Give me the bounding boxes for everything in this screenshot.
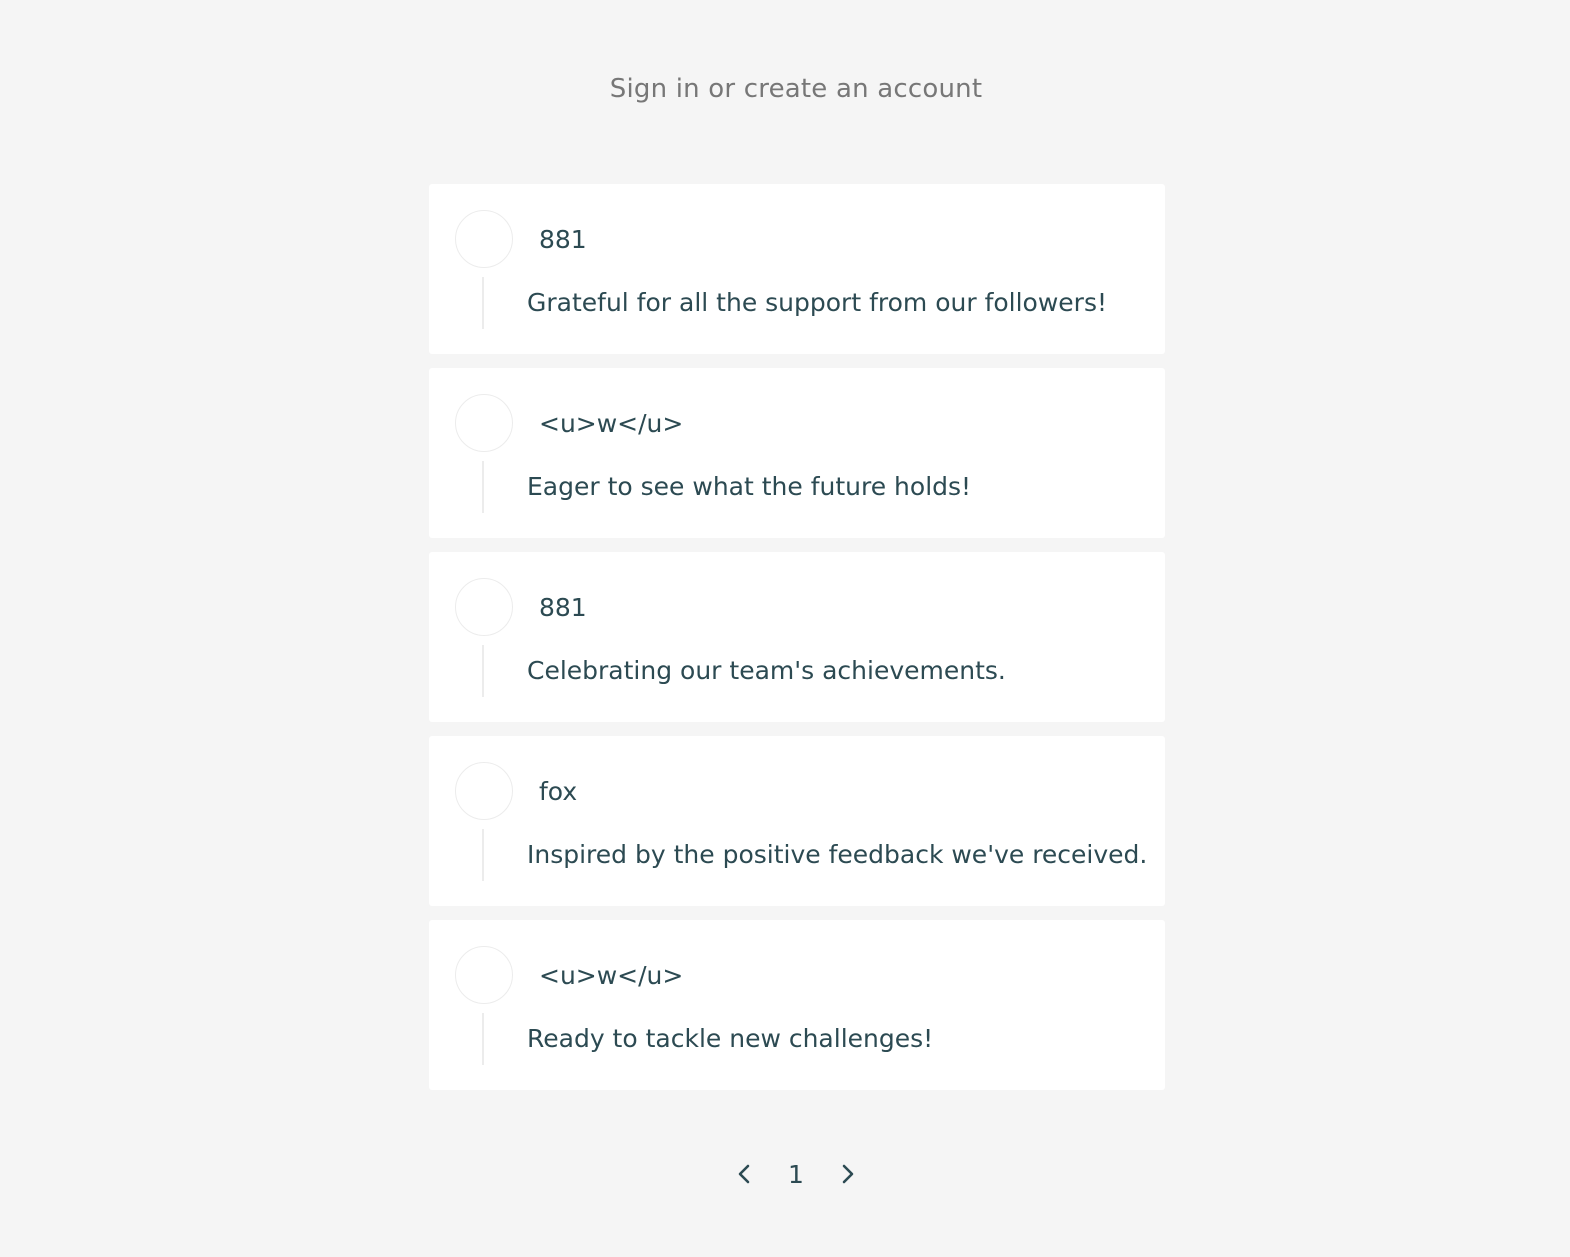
post-author[interactable]: 881 — [539, 592, 587, 624]
pagination: 1 — [0, 1155, 1570, 1193]
prev-page-button[interactable] — [731, 1155, 757, 1193]
avatar[interactable] — [455, 946, 513, 1004]
thread-line — [482, 277, 484, 329]
avatar[interactable] — [455, 210, 513, 268]
post-author[interactable]: fox — [539, 776, 577, 808]
sign-in-link[interactable]: Sign in or create an account — [0, 74, 1570, 104]
page-number[interactable]: 1 — [783, 1160, 809, 1189]
thread-line — [482, 461, 484, 513]
post-card[interactable]: fox Inspired by the positive feedback we… — [429, 736, 1165, 906]
post-text: Grateful for all the support from our fo… — [527, 288, 1108, 317]
chevron-right-icon — [842, 1164, 854, 1184]
next-page-button[interactable] — [835, 1155, 861, 1193]
post-text: Eager to see what the future holds! — [527, 472, 972, 501]
post-author[interactable]: 881 — [539, 224, 587, 256]
avatar[interactable] — [455, 762, 513, 820]
post-card[interactable]: <u>w</u> Eager to see what the future ho… — [429, 368, 1165, 538]
avatar[interactable] — [455, 394, 513, 452]
post-text: Celebrating our team's achievements. — [527, 656, 1006, 685]
post-card[interactable]: <u>w</u> Ready to tackle new challenges! — [429, 920, 1165, 1090]
thread-line — [482, 1013, 484, 1065]
post-card[interactable]: 881 Celebrating our team's achievements. — [429, 552, 1165, 722]
post-text: Inspired by the positive feedback we've … — [527, 840, 1148, 869]
avatar[interactable] — [455, 578, 513, 636]
post-text: Ready to tackle new challenges! — [527, 1024, 934, 1053]
chevron-left-icon — [738, 1164, 750, 1184]
post-feed: 881 Grateful for all the support from ou… — [429, 184, 1165, 1104]
post-author[interactable]: <u>w</u> — [539, 960, 683, 992]
post-card[interactable]: 881 Grateful for all the support from ou… — [429, 184, 1165, 354]
post-author[interactable]: <u>w</u> — [539, 408, 683, 440]
thread-line — [482, 829, 484, 881]
thread-line — [482, 645, 484, 697]
